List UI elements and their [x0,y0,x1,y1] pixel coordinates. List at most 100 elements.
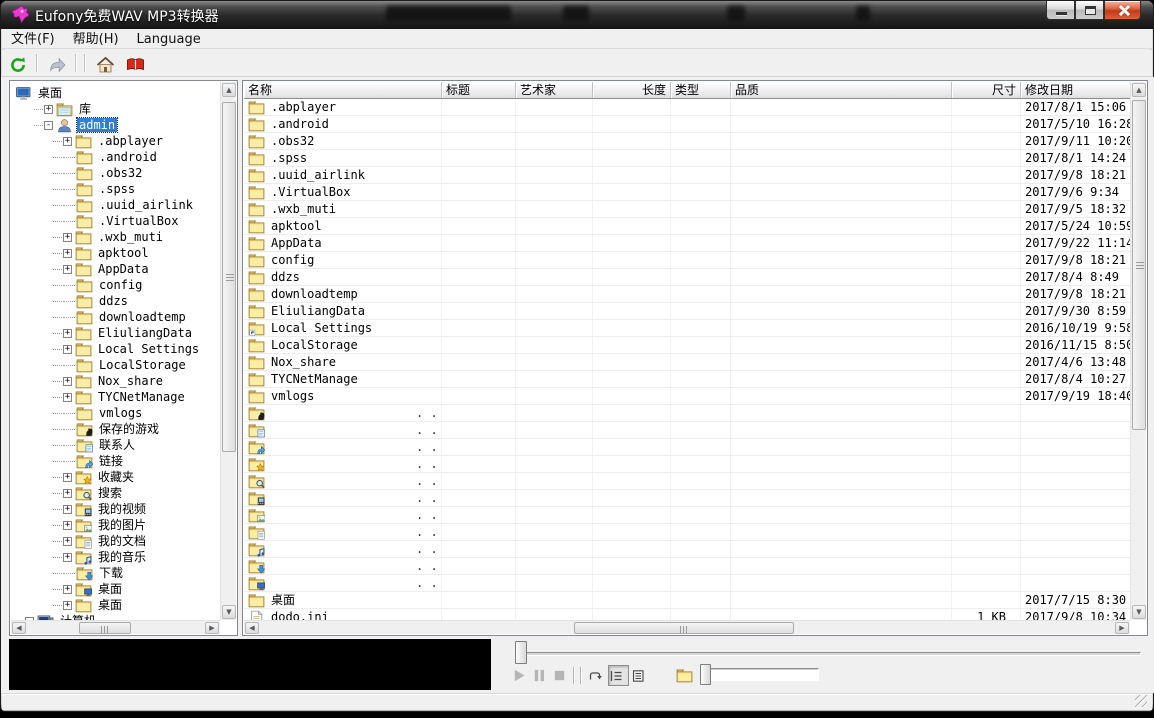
tree-item[interactable]: +收藏夹 [11,469,220,485]
tree-item[interactable]: +apktool [11,245,220,261]
column-header[interactable]: 标题 [442,82,516,99]
tree-item[interactable]: +搜索 [11,485,220,501]
file-row[interactable]: .spss2017/8/1 14:24 [244,150,1130,167]
file-row[interactable]: . . . [244,405,1130,422]
expand-icon[interactable]: + [63,585,72,594]
tree-item[interactable]: .android [11,149,220,165]
tree-item[interactable]: +EliuliangData [11,325,220,341]
column-header[interactable]: 修改日期 [1021,82,1130,99]
tree-item[interactable]: +TYCNetManage [11,389,220,405]
tree-scroll-thumb[interactable] [222,102,236,452]
help-book-button[interactable] [123,51,149,75]
expand-icon[interactable]: + [63,505,72,514]
file-row[interactable]: . . . [244,575,1130,592]
tree-item[interactable]: .obs32 [11,165,220,181]
file-row[interactable]: vmlogs2017/9/19 18:40 [244,388,1130,405]
file-row[interactable]: apktool2017/5/24 10:59 [244,218,1130,235]
expand-icon[interactable]: + [63,601,72,610]
menu-item-language[interactable]: Language [128,30,210,48]
menu-item-file[interactable]: 文件(F) [2,30,64,48]
tree-item[interactable]: +我的音乐 [11,549,220,565]
pause-button[interactable] [532,665,553,686]
file-row[interactable]: ddzs2017/8/4 8:49 [244,269,1130,286]
file-row[interactable]: downloadtemp2017/9/8 18:21 [244,286,1130,303]
tree-item[interactable]: ddzs [11,293,220,309]
column-header[interactable]: 名称 [244,82,442,99]
minimize-button[interactable] [1046,1,1075,20]
column-header[interactable]: 艺术家 [516,82,593,99]
refresh-button[interactable] [6,51,32,75]
file-row[interactable]: . . . [244,490,1130,507]
expand-icon[interactable]: + [63,537,72,546]
scroll-up-arrow[interactable]: ▲ [222,83,236,97]
expand-icon[interactable]: + [63,345,72,354]
titlebar[interactable]: Eufony免费WAV MP3转换器 [1,1,1153,29]
maximize-button[interactable] [1075,1,1104,20]
tree-item[interactable]: +我的文档 [11,533,220,549]
collapse-icon[interactable]: - [44,121,53,130]
file-row[interactable]: 桌面2017/7/15 8:30 [244,592,1130,609]
tree-item[interactable]: 保存的游戏 [11,421,220,437]
file-row[interactable]: .uuid_airlink2017/9/8 18:21 [244,167,1130,184]
expand-icon[interactable]: + [63,233,72,242]
file-row[interactable]: AppData2017/9/22 11:14 [244,235,1130,252]
file-row[interactable]: . . . [244,507,1130,524]
file-row[interactable]: .VirtualBox2017/9/6 9:34 [244,184,1130,201]
tree-item[interactable]: .uuid_airlink [11,197,220,213]
tree-item[interactable]: config [11,277,220,293]
file-row[interactable]: .android2017/5/10 16:28 [244,116,1130,133]
column-header[interactable]: 长度 [593,82,671,99]
file-row[interactable]: . . . [244,524,1130,541]
expand-icon[interactable]: + [63,553,72,562]
file-row[interactable]: Local Settings2016/10/19 9:58 [244,320,1130,337]
expand-icon[interactable]: + [63,489,72,498]
expand-icon[interactable]: + [44,105,53,114]
seek-slider-thumb[interactable] [515,641,527,664]
tree-hscroll-thumb[interactable] [79,622,131,634]
file-row[interactable]: .obs322017/9/11 10:20 [244,133,1130,150]
tree-item[interactable]: LocalStorage [11,357,220,373]
file-row[interactable]: .wxb_muti2017/9/5 18:32 [244,201,1130,218]
tree-item[interactable]: -admin [11,117,220,133]
scroll-right-arrow[interactable]: ▶ [1115,622,1129,634]
expand-icon[interactable]: + [63,265,72,274]
resize-grip[interactable] [1135,695,1147,707]
list-hscroll-thumb[interactable] [574,622,794,634]
mute-button[interactable] [673,665,699,686]
tree-item[interactable]: .VirtualBox [11,213,220,229]
expand-icon[interactable]: + [63,377,72,386]
tree-item[interactable]: +我的图片 [11,517,220,533]
tree-item[interactable]: 下载 [11,565,220,581]
file-row[interactable]: LocalStorage2016/11/15 8:50 [244,337,1130,354]
file-row[interactable]: . . . [244,456,1130,473]
list-vertical-scrollbar[interactable]: ▲ ▼ [1130,82,1146,620]
list-scroll-thumb[interactable] [1132,100,1146,430]
menu-item-help[interactable]: 帮助(H) [64,30,128,48]
file-row[interactable]: config2017/9/8 18:21 [244,252,1130,269]
scroll-down-arrow[interactable]: ▼ [1132,605,1146,619]
list-horizontal-scrollbar[interactable]: ◀ ▶ [244,620,1130,634]
tree-item[interactable]: +AppData [11,261,220,277]
scroll-up-arrow[interactable]: ▲ [1132,83,1146,97]
expand-icon[interactable]: + [63,137,72,146]
file-row[interactable]: . . . [244,439,1130,456]
scroll-right-arrow[interactable]: ▶ [205,622,219,634]
file-row[interactable]: . . . [244,541,1130,558]
tree-item[interactable]: vmlogs [11,405,220,421]
volume-slider[interactable] [709,668,819,681]
tree-item[interactable]: .spss [11,181,220,197]
tree-horizontal-scrollbar[interactable]: ◀ ▶ [11,620,220,634]
file-row[interactable]: TYCNetManage2017/8/4 10:27 [244,371,1130,388]
file-row[interactable]: . . . [244,422,1130,439]
expand-icon[interactable]: + [63,393,72,402]
tree-item[interactable]: downloadtemp [11,309,220,325]
tree-item[interactable]: 链接 [11,453,220,469]
tree-item[interactable]: -计算机 [11,613,220,620]
repeat-button[interactable] [586,665,607,686]
stop-button[interactable] [552,665,573,686]
sequential-button[interactable] [608,665,629,686]
tree-item[interactable]: +Local Settings [11,341,220,357]
file-row[interactable]: EliuliangData2017/9/30 8:59 [244,303,1130,320]
tree-item[interactable]: +我的视频 [11,501,220,517]
forward-button[interactable] [45,51,71,75]
